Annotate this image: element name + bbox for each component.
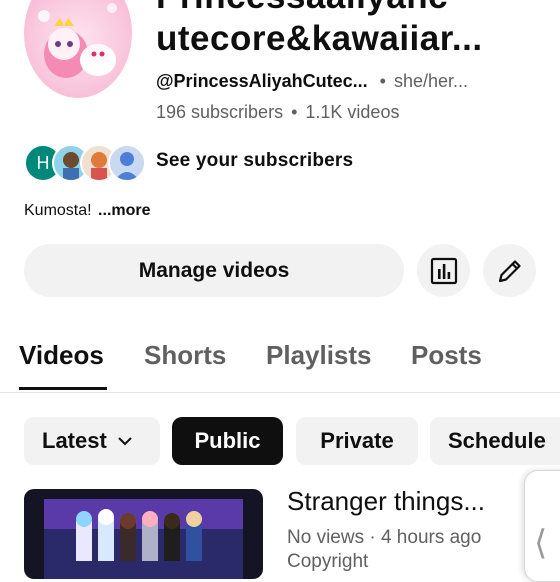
analytics-icon (430, 257, 457, 284)
filter-private-chip[interactable]: Private (296, 417, 418, 465)
chevron-left-icon: ⟨ (534, 524, 548, 562)
thumbnail-image (44, 499, 243, 579)
video-meta: No views · 4 hours ago (287, 527, 482, 548)
edit-channel-button[interactable] (483, 244, 536, 297)
channel-handle: @PrincessAliyahCutec... (156, 70, 368, 91)
tab-shorts[interactable]: Shorts (144, 340, 226, 371)
manage-videos-button[interactable]: Manage videos (24, 244, 404, 297)
manage-videos-label: Manage videos (138, 258, 290, 282)
channel-name-line-1: Princessaaliyahc (156, 0, 556, 18)
filter-public-chip[interactable]: Public (172, 417, 283, 465)
video-status: Copyright (287, 551, 369, 572)
tab-playlists[interactable]: Playlists (266, 340, 372, 371)
channel-pronouns: she/her... (393, 70, 469, 91)
subscriber-count: 196 subscribers (156, 101, 284, 122)
chevron-down-icon (118, 437, 132, 446)
active-tab-indicator (19, 387, 107, 390)
pencil-icon (498, 259, 521, 282)
subscriber-avatars[interactable]: H (24, 144, 146, 182)
video-thumbnail[interactable] (24, 489, 263, 579)
description-text: Kumosta! (24, 202, 92, 219)
handle-row[interactable]: @PrincessAliyahCutec... • she/her... (156, 68, 556, 94)
see-subscribers-link[interactable]: See your subscribers (156, 150, 353, 172)
more-link[interactable]: ...more (98, 202, 150, 219)
video-count: 1.1K videos (305, 101, 400, 122)
tab-posts[interactable]: Posts (411, 340, 482, 371)
avatar-artwork (38, 3, 117, 78)
video-title[interactable]: Stranger things... (287, 486, 485, 517)
separator-dot: • (379, 70, 386, 91)
channel-avatar[interactable] (24, 0, 132, 98)
channel-description[interactable]: Kumosta! ...more (24, 202, 151, 220)
subscriber-avatar (108, 144, 146, 182)
channel-tabs: Videos Shorts Playlists Posts (0, 330, 560, 393)
subscriber-initial: H (36, 152, 50, 173)
sort-label: Latest (42, 428, 107, 453)
filter-scheduled-chip[interactable]: Schedule (430, 417, 560, 465)
channel-stats: 196 subscribers • 1.1K videos (156, 99, 399, 125)
channel-name-line-2: utecore&kawaiiar... (156, 19, 483, 58)
tab-videos[interactable]: Videos (19, 340, 104, 371)
sort-latest-chip[interactable]: Latest (24, 417, 160, 465)
separator-dot: • (291, 101, 298, 122)
analytics-button[interactable] (417, 244, 470, 297)
